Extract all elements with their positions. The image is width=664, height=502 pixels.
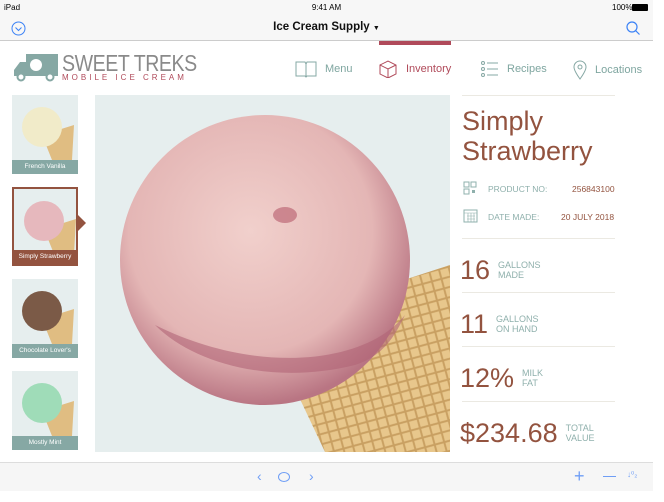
minus-icon[interactable]	[603, 476, 616, 477]
tab-menu[interactable]: Menu	[295, 60, 353, 78]
flavor-thumbnail[interactable]: Simply Strawberry	[12, 187, 78, 266]
tab-locations[interactable]: Locations	[573, 60, 642, 80]
flavor-name: Simply Strawberry	[14, 250, 76, 264]
divider	[462, 346, 615, 347]
stat-value: 12%	[460, 363, 515, 393]
date-made-label: DATE MADE:	[488, 212, 540, 222]
caret-down-icon: ▼	[372, 25, 380, 32]
stat-label: TOTAL VALUE	[565, 423, 595, 443]
stat-row: 12% MILK FAT	[460, 364, 543, 392]
status-bar: iPad 9:41 AM 100%	[0, 0, 653, 16]
flavor-name: Chocolate Lover's	[12, 344, 78, 358]
divider	[462, 238, 615, 239]
navigation-bar: Ice Cream Supply ▼	[0, 16, 653, 41]
stat-label: GALLONS ON HAND	[496, 314, 539, 334]
sort-icon[interactable]: ↓⁰₂	[627, 470, 637, 479]
ice-cream-thumbnail-image	[24, 201, 76, 254]
divider	[462, 292, 615, 293]
title-menu[interactable]: Ice Cream Supply ▼	[0, 21, 653, 33]
flavor-thumbnail[interactable]: Chocolate Lover's	[12, 279, 78, 358]
active-tab-indicator	[379, 41, 451, 45]
refresh-circle-icon[interactable]	[277, 471, 291, 483]
product-title: Simply Strawberry	[462, 106, 593, 166]
divider	[462, 401, 615, 402]
battery-icon	[632, 4, 648, 11]
ice-cream-cone-image	[120, 115, 450, 452]
tab-recipes[interactable]: Recipes	[481, 60, 547, 78]
ice-cream-thumbnail-image	[22, 291, 74, 344]
ice-cream-thumbnail-image	[22, 107, 74, 160]
search-icon[interactable]	[625, 20, 641, 36]
stat-value: $234.68	[460, 418, 558, 448]
bottom-toolbar: ‹ › + ↓⁰₂	[0, 462, 653, 491]
tab-inventory[interactable]: Inventory	[378, 60, 451, 78]
product-no-value: 256843100	[572, 184, 615, 194]
box-icon	[379, 60, 397, 78]
selection-pointer	[78, 215, 86, 231]
chevron-left-icon[interactable]: ‹	[257, 468, 262, 484]
qr-code-icon	[463, 181, 477, 195]
page-title: Ice Cream Supply	[273, 21, 370, 33]
flavor-thumbnail[interactable]: French Vanilla	[12, 95, 78, 174]
stat-label: GALLONS MADE	[498, 260, 541, 280]
chevron-right-icon[interactable]: ›	[309, 468, 314, 484]
brand-tagline: MOBILE ICE CREAM	[62, 73, 187, 82]
stat-row: 16 GALLONS MADE	[460, 256, 541, 284]
ice-cream-thumbnail-image	[22, 383, 74, 436]
date-made-value: 20 JULY 2018	[561, 212, 615, 222]
flavor-name: French Vanilla	[12, 160, 78, 174]
stat-row: 11 GALLONS ON HAND	[460, 310, 539, 338]
product-image	[95, 95, 450, 452]
divider	[462, 95, 615, 96]
stat-value: 16	[460, 255, 491, 285]
add-icon[interactable]: +	[574, 466, 585, 487]
flavor-name: Mostly Mint	[12, 436, 78, 450]
stat-value: 11	[460, 309, 489, 339]
map-pin-icon	[573, 60, 587, 80]
clock: 9:41 AM	[311, 3, 342, 12]
battery-percent: 100%	[612, 3, 633, 12]
list-icon	[481, 61, 498, 77]
product-no-label: PRODUCT NO:	[488, 184, 548, 194]
stat-label: MILK FAT	[522, 368, 544, 388]
truck-icon	[14, 54, 58, 82]
calendar-icon	[463, 209, 478, 223]
brand-logo: SWEET TREKS MOBILE ICE CREAM	[12, 50, 197, 87]
stat-row: $234.68 TOTAL VALUE	[460, 419, 594, 447]
flavor-thumbnail[interactable]: Mostly Mint	[12, 371, 78, 450]
book-icon	[295, 61, 317, 78]
